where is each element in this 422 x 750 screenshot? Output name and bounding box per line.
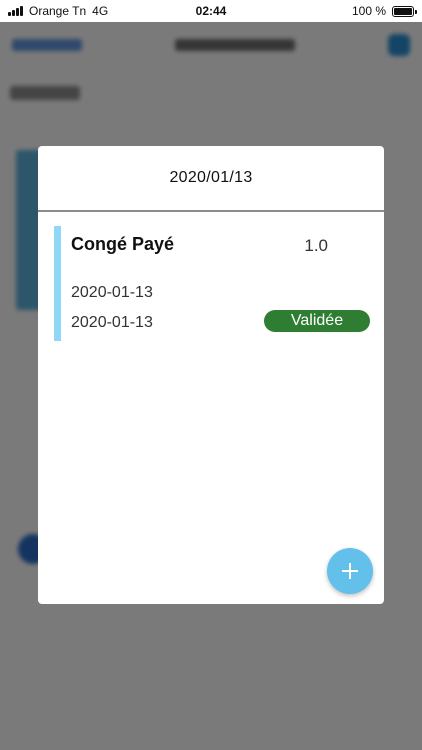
status-badge: Validée	[264, 310, 370, 332]
leave-end-date: 2020-01-13	[71, 314, 153, 331]
battery-percent: 100 %	[351, 4, 386, 18]
day-detail-modal: 2020/01/13 Congé Payé 1.0 2020-01-13 202…	[38, 146, 384, 604]
leave-accent-bar	[54, 226, 61, 341]
leave-type: Congé Payé	[71, 234, 175, 254]
battery-icon	[392, 5, 417, 17]
status-right: 100 %	[351, 4, 417, 18]
plus-icon	[342, 563, 358, 579]
status-bar: Orange Tn 4G 02:44 100 %	[0, 0, 422, 22]
modal-header: 2020/01/13	[38, 146, 384, 212]
leave-entry-card[interactable]: Congé Payé 1.0 2020-01-13 2020-01-13 Val…	[54, 226, 370, 341]
leave-start-date: 2020-01-13	[71, 284, 153, 301]
modal-date-title: 2020/01/13	[169, 169, 253, 186]
add-leave-button[interactable]	[327, 548, 373, 594]
leave-days: 1.0	[304, 236, 328, 255]
